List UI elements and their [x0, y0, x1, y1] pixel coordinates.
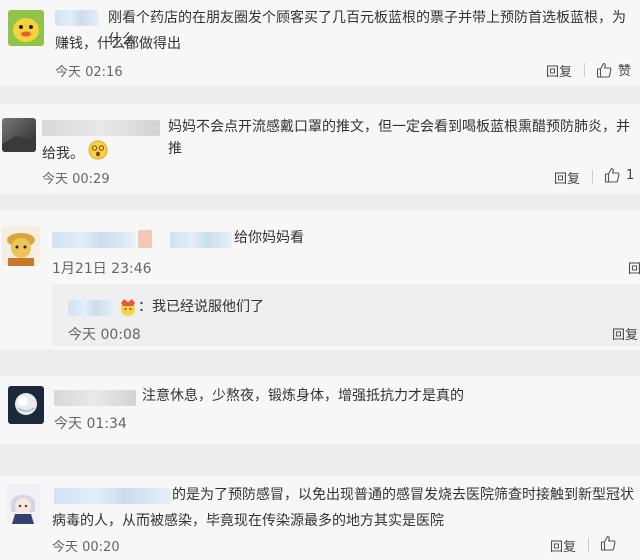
divider [592, 170, 593, 184]
badge-icon [138, 230, 152, 248]
comment-time: 1月21日 23:46 [52, 261, 152, 277]
comment-text: 的是为了预防感冒，以免出现普通的感冒发烧去医院筛查时接触到新型冠状 [172, 487, 634, 503]
thumbs-up-icon [596, 62, 612, 78]
mentioned-username[interactable] [170, 232, 232, 248]
comment-text: 妈妈不会点开流感戴口罩的推文，但一定会看到喝板蓝根熏醋预防肺炎，并推 [168, 119, 630, 157]
reply-button[interactable]: 回复 [546, 61, 572, 80]
like-count: 1 [626, 167, 635, 183]
reply-button[interactable]: 回 [628, 258, 640, 277]
comment-text: 刚看个药店的在朋友圈发个顾客买了几百元板蓝根的票子并带上预防首选板蓝根，为什么 [108, 10, 626, 48]
avatar[interactable] [6, 484, 40, 524]
comment-text: 注意休息，少熬夜，锻炼身体，增强抵抗力才是真的 [142, 388, 464, 404]
thumbs-up-icon [604, 167, 620, 183]
comment-text-line2-content: 给我。 [42, 145, 84, 162]
reply-text: ：我已经说服他们了 [138, 299, 264, 315]
reply-button[interactable]: 回复 [550, 536, 576, 555]
comment-time: 今天 02:16 [55, 65, 123, 80]
dizzy-face-emoji-icon [88, 140, 108, 167]
comment-text-line2: 赚钱，什么都做得出 [55, 36, 181, 52]
comment-card: 的是为了预防感冒，以免出现普通的感冒发烧去医院筛查时接触到新型冠状 病毒的人，从… [0, 476, 640, 560]
nested-reply: ：我已经说服他们了 今天 00:08 回复 [52, 284, 640, 346]
thumbs-up-icon [600, 535, 616, 551]
comment-text: 给你妈妈看 [234, 230, 304, 246]
username[interactable] [54, 488, 172, 504]
comment-card: 妈妈不会点开流感戴口罩的推文，但一定会看到喝板蓝根熏醋预防肺炎，并推 给我。 今… [0, 104, 640, 194]
avatar[interactable] [8, 386, 44, 424]
like-button[interactable]: 1 [604, 167, 634, 183]
comment-card: 刚看个药店的在朋友圈发个顾客买了几百元板蓝根的票子并带上预防首选板蓝根，为什么 … [0, 0, 640, 86]
reply-username[interactable] [68, 300, 114, 316]
like-button[interactable]: 赞 [596, 60, 631, 79]
comment-time: 今天 00:20 [52, 540, 120, 555]
reply-button[interactable]: 回复 [612, 324, 638, 343]
username[interactable] [42, 120, 160, 136]
avatar[interactable] [8, 10, 44, 46]
comment-time: 今天 01:34 [54, 416, 127, 432]
like-button[interactable] [600, 535, 616, 551]
username[interactable] [52, 232, 136, 248]
comment-text-line2: 给我。 [42, 140, 108, 167]
comment-time: 今天 00:29 [42, 172, 110, 187]
comment-card: 给你妈妈看 1月21日 23:46 回 ：我已经说服他们了 今天 00:08 回… [0, 210, 640, 350]
comment-text-line2: 病毒的人，从而被感染，毕竟现在传染源最多的地方其实是医院 [52, 513, 444, 529]
like-label: 赞 [618, 64, 632, 79]
username[interactable] [54, 390, 136, 406]
comment-card: 注意休息，少熬夜，锻炼身体，增强抵抗力才是真的 今天 01:34 [0, 376, 640, 444]
reply-button[interactable]: 回复 [554, 168, 580, 187]
reply-time: 今天 00:08 [68, 327, 141, 343]
avatar[interactable] [2, 118, 36, 152]
divider [588, 538, 589, 552]
crown-emoji-icon [118, 297, 138, 321]
avatar[interactable] [2, 226, 40, 266]
divider [584, 63, 585, 77]
username[interactable] [55, 10, 99, 26]
